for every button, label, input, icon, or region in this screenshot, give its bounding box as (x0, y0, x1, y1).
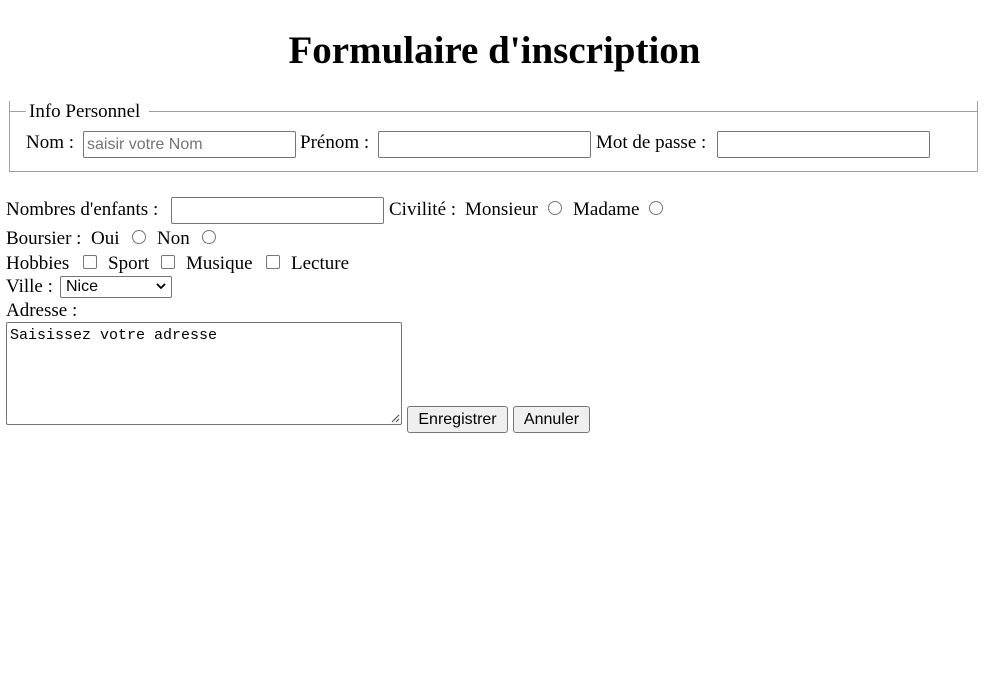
cancel-button[interactable]: Annuler (513, 406, 590, 433)
fieldset-border-top-right (149, 111, 978, 112)
chevron-down-icon (156, 283, 166, 290)
prenom-input[interactable] (378, 131, 591, 158)
civility-option-monsieur-label: Monsieur (465, 199, 538, 220)
civility-madame-radio[interactable] (649, 201, 663, 215)
city-label: Ville : (6, 276, 53, 297)
hobby-sport-label: Sport (108, 253, 150, 274)
nom-input[interactable] (83, 131, 296, 158)
resize-handle-icon[interactable] (389, 412, 400, 423)
scholarship-label: Boursier : (6, 228, 82, 249)
hobby-lecture-label: Lecture (291, 253, 350, 274)
city-select[interactable]: Nice (60, 276, 172, 298)
page-title: Formulaire d'inscription (288, 29, 701, 72)
personal-info-fieldset: Info Personnel Nom : Prénom : Mot de pas… (9, 101, 978, 172)
city-selected-value: Nice (66, 278, 99, 295)
hobby-musique-checkbox[interactable] (161, 255, 175, 269)
scholarship-oui-radio[interactable] (132, 230, 146, 244)
address-label: Adresse : (6, 300, 78, 321)
address-textarea[interactable]: Saisissez votre adresse (6, 322, 402, 425)
hobby-musique-label: Musique (186, 253, 253, 274)
fieldset-legend: Info Personnel (29, 101, 141, 122)
password-input[interactable] (717, 131, 930, 158)
civility-label: Civilité : (389, 199, 457, 220)
address-text: Saisissez votre adresse (10, 327, 218, 344)
scholarship-non-radio[interactable] (202, 230, 216, 244)
fieldset-border-right (977, 111, 978, 172)
password-label: Mot de passe : (596, 132, 707, 153)
children-label: Nombres d'enfants : (6, 199, 159, 220)
fieldset-border-top-left (9, 111, 26, 112)
fieldset-border-left (9, 111, 10, 172)
save-button[interactable]: Enregistrer (407, 406, 508, 433)
children-input[interactable] (171, 197, 384, 224)
registration-page: Formulaire d'inscription Info Personnel … (0, 0, 989, 700)
hobby-lecture-checkbox[interactable] (266, 255, 280, 269)
prenom-label: Prénom : (300, 132, 370, 153)
civility-monsieur-radio[interactable] (548, 201, 562, 215)
civility-option-madame-label: Madame (573, 199, 640, 220)
nom-label: Nom : (26, 132, 75, 153)
scholarship-option-non-label: Non (157, 228, 190, 249)
hobby-sport-checkbox[interactable] (83, 255, 97, 269)
hobbies-label: Hobbies (6, 253, 70, 274)
scholarship-option-oui-label: Oui (91, 228, 120, 249)
